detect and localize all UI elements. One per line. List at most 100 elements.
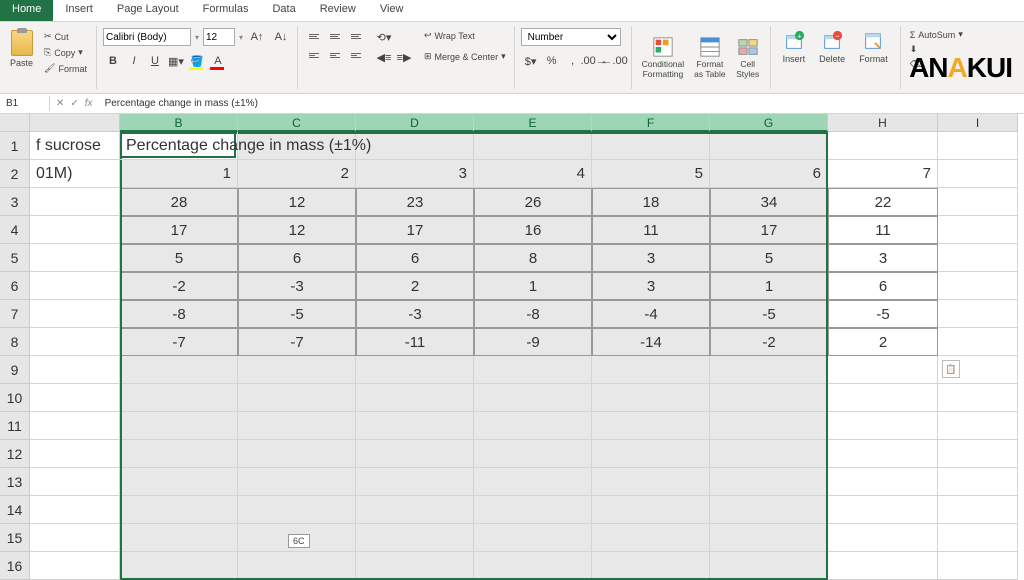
- increase-indent-button[interactable]: ≡▶: [394, 48, 414, 66]
- select-all-corner[interactable]: [0, 114, 30, 132]
- cell-a5[interactable]: [30, 244, 120, 272]
- font-name-select[interactable]: [103, 28, 191, 46]
- cell-b14[interactable]: [120, 496, 238, 524]
- cell-i3[interactable]: [938, 188, 1018, 216]
- row-header-2[interactable]: 2: [0, 160, 30, 188]
- cell-h12[interactable]: [828, 440, 938, 468]
- tab-data[interactable]: Data: [260, 0, 307, 21]
- cell-f2[interactable]: 5: [592, 160, 710, 188]
- cell-d7[interactable]: -3: [356, 300, 474, 328]
- cell-f5[interactable]: 3: [592, 244, 710, 272]
- cell-e5[interactable]: 8: [474, 244, 592, 272]
- cell-g7[interactable]: -5: [710, 300, 828, 328]
- cell-h13[interactable]: [828, 468, 938, 496]
- col-header-e[interactable]: E: [474, 114, 592, 132]
- cell-c13[interactable]: [238, 468, 356, 496]
- cell-e7[interactable]: -8: [474, 300, 592, 328]
- cell-e10[interactable]: [474, 384, 592, 412]
- paste-button[interactable]: Paste: [6, 28, 37, 75]
- cell-f10[interactable]: [592, 384, 710, 412]
- cell-i10[interactable]: [938, 384, 1018, 412]
- cell-e14[interactable]: [474, 496, 592, 524]
- decrease-decimal-button[interactable]: ←.00: [605, 52, 625, 70]
- cell-i13[interactable]: [938, 468, 1018, 496]
- col-header-h[interactable]: H: [828, 114, 938, 132]
- cell-g10[interactable]: [710, 384, 828, 412]
- cell-f14[interactable]: [592, 496, 710, 524]
- cell-b11[interactable]: [120, 412, 238, 440]
- cell-i15[interactable]: [938, 524, 1018, 552]
- cell-c9[interactable]: [238, 356, 356, 384]
- cell-f6[interactable]: 3: [592, 272, 710, 300]
- decrease-indent-button[interactable]: ◀≡: [374, 48, 394, 66]
- cell-e3[interactable]: 26: [474, 188, 592, 216]
- cell-g4[interactable]: 17: [710, 216, 828, 244]
- cell-i2[interactable]: [938, 160, 1018, 188]
- cell-e8[interactable]: -9: [474, 328, 592, 356]
- cell-b8[interactable]: -7: [120, 328, 238, 356]
- tab-page-layout[interactable]: Page Layout: [105, 0, 191, 21]
- cell-i12[interactable]: [938, 440, 1018, 468]
- cell-d9[interactable]: [356, 356, 474, 384]
- cell-b7[interactable]: -8: [120, 300, 238, 328]
- cell-d12[interactable]: [356, 440, 474, 468]
- cell-f9[interactable]: [592, 356, 710, 384]
- cell-g15[interactable]: [710, 524, 828, 552]
- align-right-button[interactable]: [346, 48, 366, 64]
- cell-h6[interactable]: 6: [828, 272, 938, 300]
- row-header-3[interactable]: 3: [0, 188, 30, 216]
- cell-b13[interactable]: [120, 468, 238, 496]
- row-header-1[interactable]: 1: [0, 132, 30, 160]
- cell-d11[interactable]: [356, 412, 474, 440]
- border-button[interactable]: ▦▾: [166, 52, 186, 70]
- cell-d2[interactable]: 3: [356, 160, 474, 188]
- cell-e13[interactable]: [474, 468, 592, 496]
- cell-f1[interactable]: [592, 132, 710, 160]
- cell-e9[interactable]: [474, 356, 592, 384]
- cell-c11[interactable]: [238, 412, 356, 440]
- row-header-15[interactable]: 15: [0, 524, 30, 552]
- cell-c5[interactable]: 6: [238, 244, 356, 272]
- cell-a11[interactable]: [30, 412, 120, 440]
- tab-formulas[interactable]: Formulas: [191, 0, 261, 21]
- row-header-9[interactable]: 9: [0, 356, 30, 384]
- cut-button[interactable]: ✂Cut: [41, 30, 90, 43]
- number-format-select[interactable]: Number: [521, 28, 621, 46]
- cell-d5[interactable]: 6: [356, 244, 474, 272]
- insert-cells-button[interactable]: + Insert: [777, 28, 812, 87]
- col-header-c[interactable]: C: [238, 114, 356, 132]
- cell-i14[interactable]: [938, 496, 1018, 524]
- cell-f12[interactable]: [592, 440, 710, 468]
- align-left-button[interactable]: [304, 48, 324, 64]
- cell-c10[interactable]: [238, 384, 356, 412]
- cell-a15[interactable]: [30, 524, 120, 552]
- cell-b12[interactable]: [120, 440, 238, 468]
- cell-a8[interactable]: [30, 328, 120, 356]
- cell-d14[interactable]: [356, 496, 474, 524]
- cell-a1[interactable]: f sucrose: [30, 132, 120, 160]
- cell-c8[interactable]: -7: [238, 328, 356, 356]
- autosum-button[interactable]: ΣAutoSum ▾: [907, 28, 966, 41]
- align-bottom-button[interactable]: [346, 28, 366, 44]
- increase-font-button[interactable]: A↑: [247, 28, 267, 46]
- cell-g11[interactable]: [710, 412, 828, 440]
- cell-d15[interactable]: [356, 524, 474, 552]
- row-header-14[interactable]: 14: [0, 496, 30, 524]
- row-header-6[interactable]: 6: [0, 272, 30, 300]
- cell-a7[interactable]: [30, 300, 120, 328]
- cell-d4[interactable]: 17: [356, 216, 474, 244]
- cell-b9[interactable]: [120, 356, 238, 384]
- cell-c3[interactable]: 12: [238, 188, 356, 216]
- merge-center-button[interactable]: ⊞Merge & Center ▾: [422, 49, 508, 64]
- cell-h11[interactable]: [828, 412, 938, 440]
- cell-f8[interactable]: -14: [592, 328, 710, 356]
- cell-a3[interactable]: [30, 188, 120, 216]
- cell-a13[interactable]: [30, 468, 120, 496]
- cell-b6[interactable]: -2: [120, 272, 238, 300]
- cell-c12[interactable]: [238, 440, 356, 468]
- cell-f7[interactable]: -4: [592, 300, 710, 328]
- row-header-7[interactable]: 7: [0, 300, 30, 328]
- cell-g13[interactable]: [710, 468, 828, 496]
- cell-i7[interactable]: [938, 300, 1018, 328]
- fx-icon[interactable]: fx: [85, 98, 93, 109]
